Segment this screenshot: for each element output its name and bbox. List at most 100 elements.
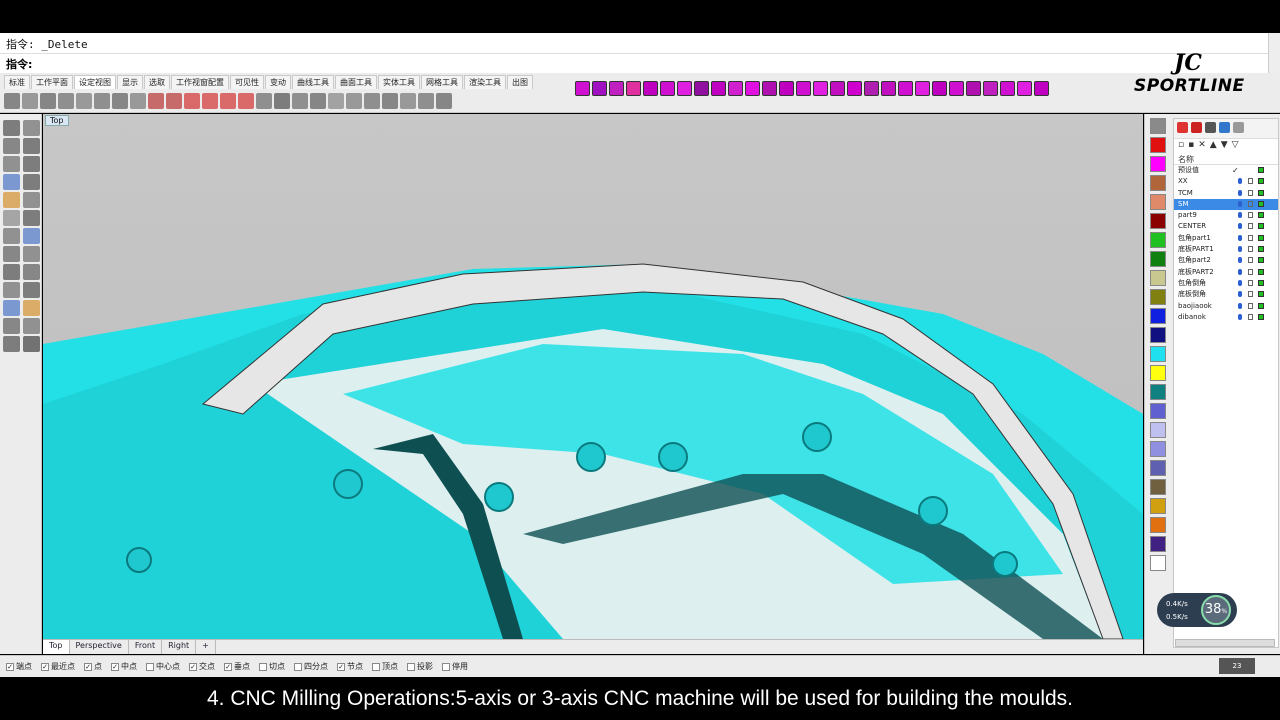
- lock-icon[interactable]: [1248, 189, 1253, 196]
- lock-icon[interactable]: [1248, 313, 1253, 320]
- layer-row[interactable]: 包角part2: [1174, 255, 1278, 266]
- tool-icon[interactable]: [23, 282, 40, 298]
- layer-row[interactable]: XX: [1174, 176, 1278, 187]
- checkbox[interactable]: ✓: [6, 662, 14, 671]
- tool-icon[interactable]: [3, 336, 20, 352]
- properties-icon[interactable]: [1177, 122, 1188, 133]
- lock-icon[interactable]: [1248, 302, 1253, 309]
- toolbar-tab[interactable]: 出图: [507, 75, 533, 89]
- tool-icon[interactable]: [23, 264, 40, 280]
- layer-color-swatch[interactable]: [1258, 212, 1264, 219]
- layer-color-swatch[interactable]: [1258, 291, 1264, 298]
- lock-icon[interactable]: [1248, 200, 1253, 207]
- osnap-toggle[interactable]: 投影: [407, 659, 433, 674]
- toolbar-tab[interactable]: 曲线工具: [292, 75, 334, 89]
- viewport-label[interactable]: Top: [45, 115, 69, 126]
- color-swatch[interactable]: [1150, 251, 1166, 267]
- layer-row[interactable]: 包角part1: [1174, 233, 1278, 244]
- tool-icon[interactable]: [3, 246, 20, 262]
- tool-icon[interactable]: [166, 93, 182, 109]
- checkbox[interactable]: ✓: [189, 662, 197, 671]
- tool-icon[interactable]: [23, 210, 40, 226]
- tool-icon[interactable]: [148, 93, 164, 109]
- toolbar-tab[interactable]: 工作平面: [31, 75, 73, 89]
- tool-icon[interactable]: [728, 80, 743, 96]
- layer-color-swatch[interactable]: [1258, 167, 1264, 173]
- color-swatch[interactable]: [1150, 137, 1166, 153]
- tool-icon[interactable]: [328, 93, 344, 109]
- toolbar-tab[interactable]: 显示: [117, 75, 143, 89]
- color-swatch[interactable]: [1150, 460, 1166, 476]
- tool-icon[interactable]: [310, 93, 326, 109]
- tool-icon[interactable]: [202, 93, 218, 109]
- color-swatch[interactable]: [1150, 175, 1166, 191]
- tool-icon[interactable]: [3, 138, 20, 154]
- visibility-icon[interactable]: [1238, 257, 1242, 264]
- color-swatch[interactable]: [1150, 270, 1166, 286]
- osnap-toggle[interactable]: ✓ 垂点: [224, 659, 250, 674]
- tool-icon[interactable]: [813, 80, 828, 96]
- filter-icon[interactable]: ▽: [1232, 140, 1239, 152]
- viewport-tab[interactable]: Right: [162, 640, 197, 654]
- checkbox[interactable]: [372, 662, 380, 671]
- color-swatch[interactable]: [1150, 479, 1166, 495]
- tool-icon[interactable]: [23, 138, 40, 154]
- move-up-icon[interactable]: ▲: [1210, 140, 1217, 152]
- viewport-tab[interactable]: Perspective: [70, 640, 129, 654]
- lock-icon[interactable]: [1248, 279, 1253, 286]
- color-swatch[interactable]: [1150, 213, 1166, 229]
- visibility-icon[interactable]: [1238, 200, 1242, 207]
- checkbox[interactable]: [407, 662, 415, 671]
- tool-icon[interactable]: [3, 282, 20, 298]
- lock-icon[interactable]: [1248, 246, 1253, 253]
- layer-row[interactable]: baojiaook: [1174, 301, 1278, 312]
- color-swatch[interactable]: [1150, 194, 1166, 210]
- viewport-tab[interactable]: Top: [43, 640, 70, 654]
- toolbar-tab[interactable]: 渲染工具: [464, 75, 506, 89]
- checkbox[interactable]: ✓: [41, 662, 49, 671]
- tool-icon[interactable]: [23, 228, 40, 244]
- osnap-toggle[interactable]: ✓ 交点: [189, 659, 215, 674]
- tool-icon[interactable]: [23, 336, 40, 352]
- tool-icon[interactable]: [3, 156, 20, 172]
- color-swatch[interactable]: [1150, 308, 1166, 324]
- layer-row[interactable]: 底板PART2: [1174, 267, 1278, 278]
- tool-icon[interactable]: [274, 93, 290, 109]
- osnap-toggle[interactable]: ✓ 中点: [111, 659, 137, 674]
- tool-icon[interactable]: [76, 93, 92, 109]
- tool-icon[interactable]: [830, 80, 845, 96]
- tool-icon[interactable]: [779, 80, 794, 96]
- tool-icon[interactable]: [58, 93, 74, 109]
- layer-row[interactable]: 底板倒角: [1174, 289, 1278, 300]
- color-swatch[interactable]: [1150, 384, 1166, 400]
- visibility-icon[interactable]: [1238, 246, 1242, 253]
- toolbar-tab[interactable]: 网格工具: [421, 75, 463, 89]
- color-swatch[interactable]: [1150, 232, 1166, 248]
- visibility-icon[interactable]: [1238, 178, 1242, 185]
- color-swatch[interactable]: [1150, 156, 1166, 172]
- tool-icon[interactable]: [966, 80, 981, 96]
- color-swatch[interactable]: [1150, 422, 1166, 438]
- layer-row[interactable]: 预设值 ✓: [1174, 165, 1278, 176]
- osnap-toggle[interactable]: ✓ 点: [84, 659, 102, 674]
- tool-icon[interactable]: [22, 93, 38, 109]
- layer-row[interactable]: 底板PART1: [1174, 244, 1278, 255]
- tool-icon[interactable]: [256, 93, 272, 109]
- checkbox[interactable]: [146, 662, 154, 671]
- color-swatch[interactable]: [1150, 289, 1166, 305]
- layer-row[interactable]: dibanok: [1174, 312, 1278, 323]
- tool-icon[interactable]: [762, 80, 777, 96]
- toolbar-tab[interactable]: 选取: [144, 75, 170, 89]
- tool-icon[interactable]: [1000, 80, 1015, 96]
- new-layer-icon[interactable]: ▫: [1178, 140, 1184, 152]
- lock-icon[interactable]: [1248, 257, 1253, 264]
- lock-icon[interactable]: [1248, 234, 1253, 241]
- new-sublayer-icon[interactable]: ▪: [1188, 140, 1194, 152]
- layer-color-swatch[interactable]: [1258, 178, 1264, 185]
- settings-icon[interactable]: [1233, 122, 1244, 133]
- toolbar-tab[interactable]: 设定视图: [74, 75, 116, 89]
- tool-icon[interactable]: [881, 80, 896, 96]
- lock-icon[interactable]: [1248, 178, 1253, 185]
- tool-icon[interactable]: [745, 80, 760, 96]
- checkbox[interactable]: [442, 662, 450, 671]
